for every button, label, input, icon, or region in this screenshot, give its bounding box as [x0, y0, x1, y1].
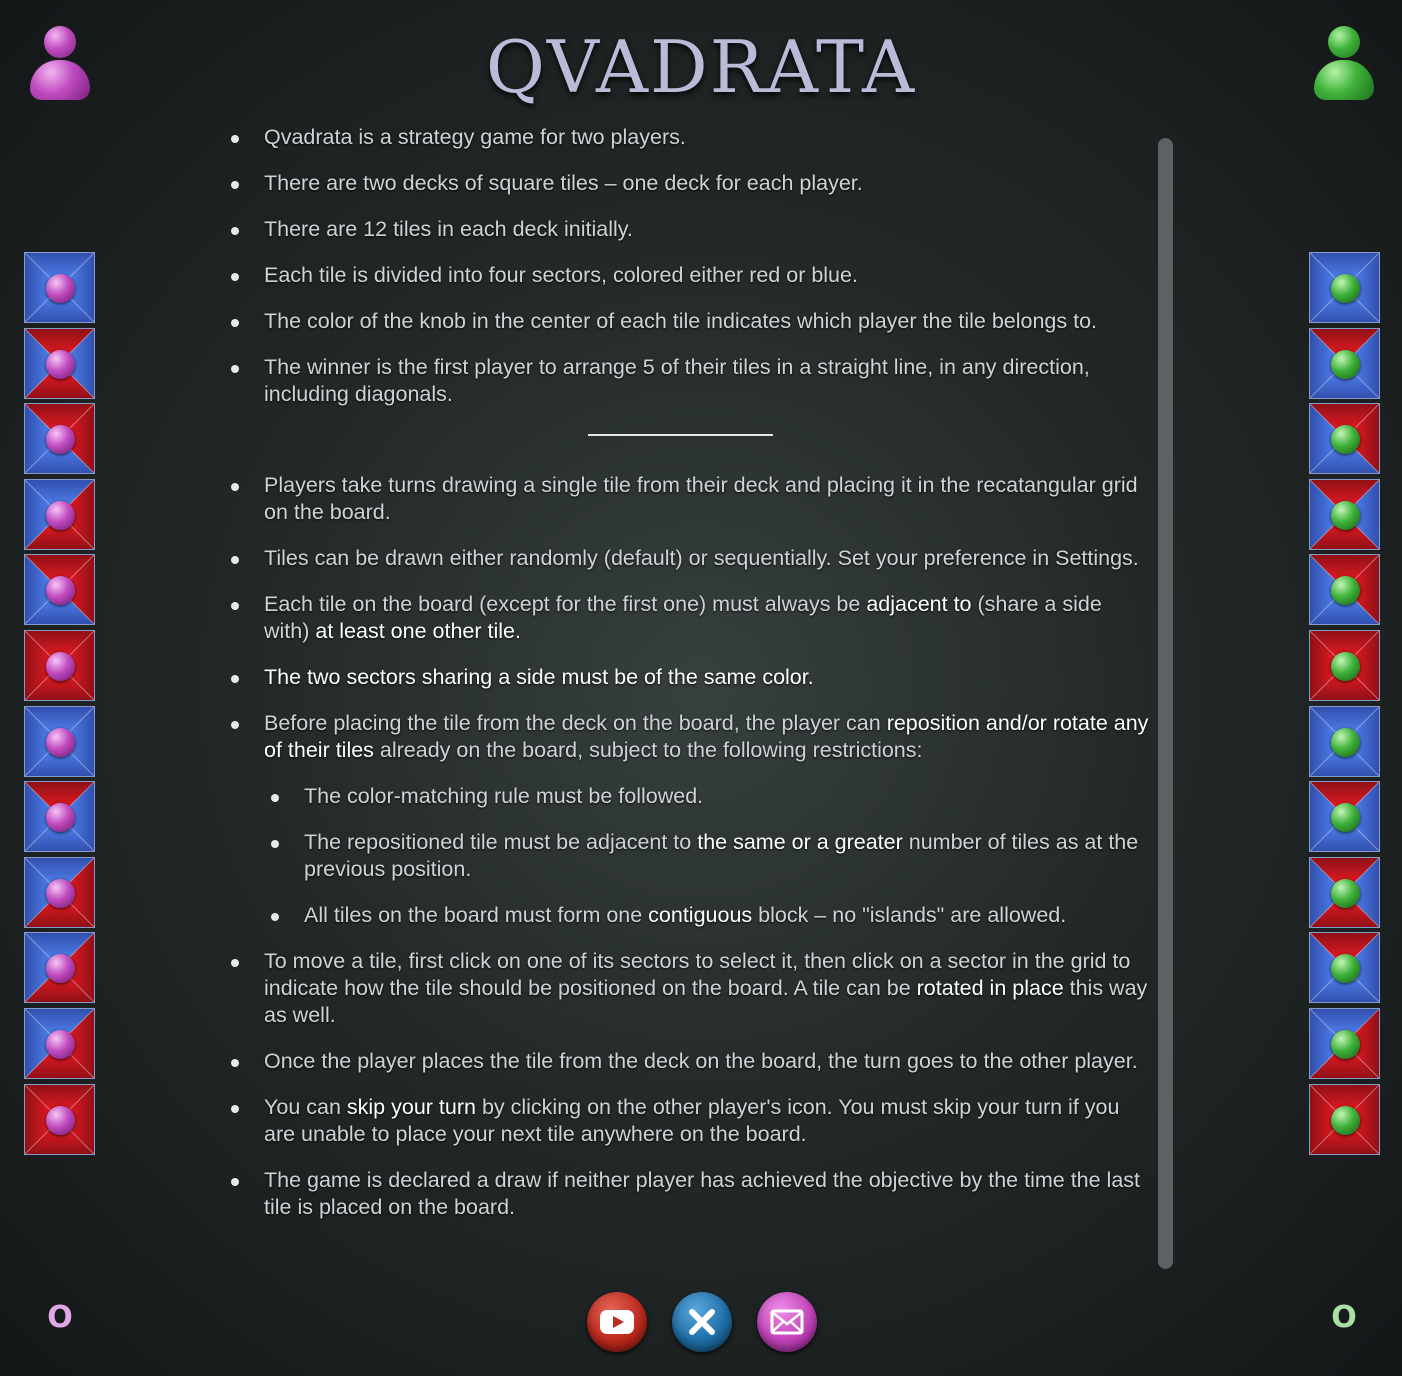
deck-tile[interactable] [1309, 932, 1380, 1004]
rules-play-list-2: To move a tile, first click on one of it… [222, 948, 1152, 1221]
tile-knob [1331, 803, 1360, 833]
tile-knob [1331, 349, 1360, 379]
rule-item: Each tile is divided into four sectors, … [222, 262, 1152, 289]
rule-item: Players take turns drawing a single tile… [222, 472, 1152, 526]
deck-tile[interactable] [1309, 478, 1380, 550]
rule-item: You can skip your turn by clicking on th… [222, 1094, 1152, 1148]
purple-player-icon[interactable] [29, 26, 91, 102]
rule-item: There are two decks of square tiles – on… [222, 170, 1152, 197]
deck-tile[interactable] [24, 705, 95, 777]
tile-knob [1331, 1105, 1360, 1135]
rule-item: The winner is the first player to arrang… [222, 354, 1152, 408]
deck-tile[interactable] [1309, 781, 1380, 853]
tile-knob [46, 803, 75, 833]
purple-player-deck [24, 252, 95, 1159]
deck-tile[interactable] [1309, 1007, 1380, 1079]
rules-play-list: Players take turns drawing a single tile… [222, 472, 1152, 764]
restriction-item: The repositioned tile must be adjacent t… [222, 829, 1152, 883]
rule-item: Before placing the tile from the deck on… [222, 710, 1152, 764]
deck-tile[interactable] [24, 932, 95, 1004]
rule-item: The two sectors sharing a side must be o… [222, 664, 1152, 691]
tile-knob [1331, 651, 1360, 681]
deck-tile[interactable] [24, 327, 95, 399]
tile-knob [46, 878, 75, 908]
rule-item: The color of the knob in the center of e… [222, 308, 1152, 335]
deck-tile[interactable] [1309, 327, 1380, 399]
tile-knob [46, 349, 75, 379]
tile-knob [1331, 500, 1360, 530]
deck-tile[interactable] [24, 781, 95, 853]
game-title: QVADRATA [485, 25, 917, 109]
tile-knob [46, 1029, 75, 1059]
rule-item: Tiles can be drawn either randomly (defa… [222, 545, 1152, 572]
youtube-icon [600, 1310, 634, 1334]
section-divider [587, 434, 773, 436]
green-player-deck [1309, 252, 1380, 1159]
mail-icon [770, 1309, 804, 1335]
rule-item: Once the player places the tile from the… [222, 1048, 1152, 1075]
tile-knob [1331, 425, 1360, 455]
rule-item: To move a tile, first click on one of it… [222, 948, 1152, 1029]
tile-knob [46, 651, 75, 681]
rule-item: There are 12 tiles in each deck initiall… [222, 216, 1152, 243]
purple-player-score: O [47, 1300, 73, 1335]
green-player-score: O [1331, 1300, 1357, 1335]
deck-tile[interactable] [24, 1007, 95, 1079]
mail-button[interactable] [757, 1292, 817, 1352]
deck-tile[interactable] [24, 252, 95, 323]
tile-knob [46, 500, 75, 530]
deck-tile[interactable] [24, 403, 95, 475]
deck-tile[interactable] [1309, 1083, 1380, 1155]
rules-intro-list: Qvadrata is a strategy game for two play… [222, 124, 1152, 408]
tile-knob [46, 274, 75, 303]
tile-knob [1331, 727, 1360, 757]
deck-tile[interactable] [24, 1083, 95, 1155]
rule-item: Qvadrata is a strategy game for two play… [222, 124, 1152, 151]
tile-knob [46, 425, 75, 455]
tile-knob [1331, 1029, 1360, 1059]
tile-knob [46, 1105, 75, 1135]
deck-tile[interactable] [1309, 705, 1380, 777]
close-icon [689, 1309, 715, 1335]
close-button[interactable] [672, 1292, 732, 1352]
deck-tile[interactable] [1309, 856, 1380, 928]
rules-scrollbar[interactable] [1158, 138, 1173, 1269]
green-player-icon[interactable] [1313, 26, 1375, 102]
deck-tile[interactable] [24, 478, 95, 550]
deck-tile[interactable] [1309, 252, 1380, 323]
restriction-item: All tiles on the board must form one con… [222, 902, 1152, 929]
deck-tile[interactable] [24, 629, 95, 701]
deck-tile[interactable] [1309, 629, 1380, 701]
deck-tile[interactable] [1309, 554, 1380, 626]
rule-item: The game is declared a draw if neither p… [222, 1167, 1152, 1221]
tile-knob [46, 727, 75, 757]
deck-tile[interactable] [24, 554, 95, 626]
restriction-item: The color-matching rule must be followed… [222, 783, 1152, 810]
rule-item: Each tile on the board (except for the f… [222, 591, 1152, 645]
tile-knob [1331, 878, 1360, 908]
youtube-button[interactable] [587, 1292, 647, 1352]
deck-tile[interactable] [1309, 403, 1380, 475]
deck-tile[interactable] [24, 856, 95, 928]
rules-restrictions-list: The color-matching rule must be followed… [222, 783, 1152, 929]
rules-panel[interactable]: Qvadrata is a strategy game for two play… [222, 124, 1152, 1284]
tile-knob [1331, 274, 1360, 303]
